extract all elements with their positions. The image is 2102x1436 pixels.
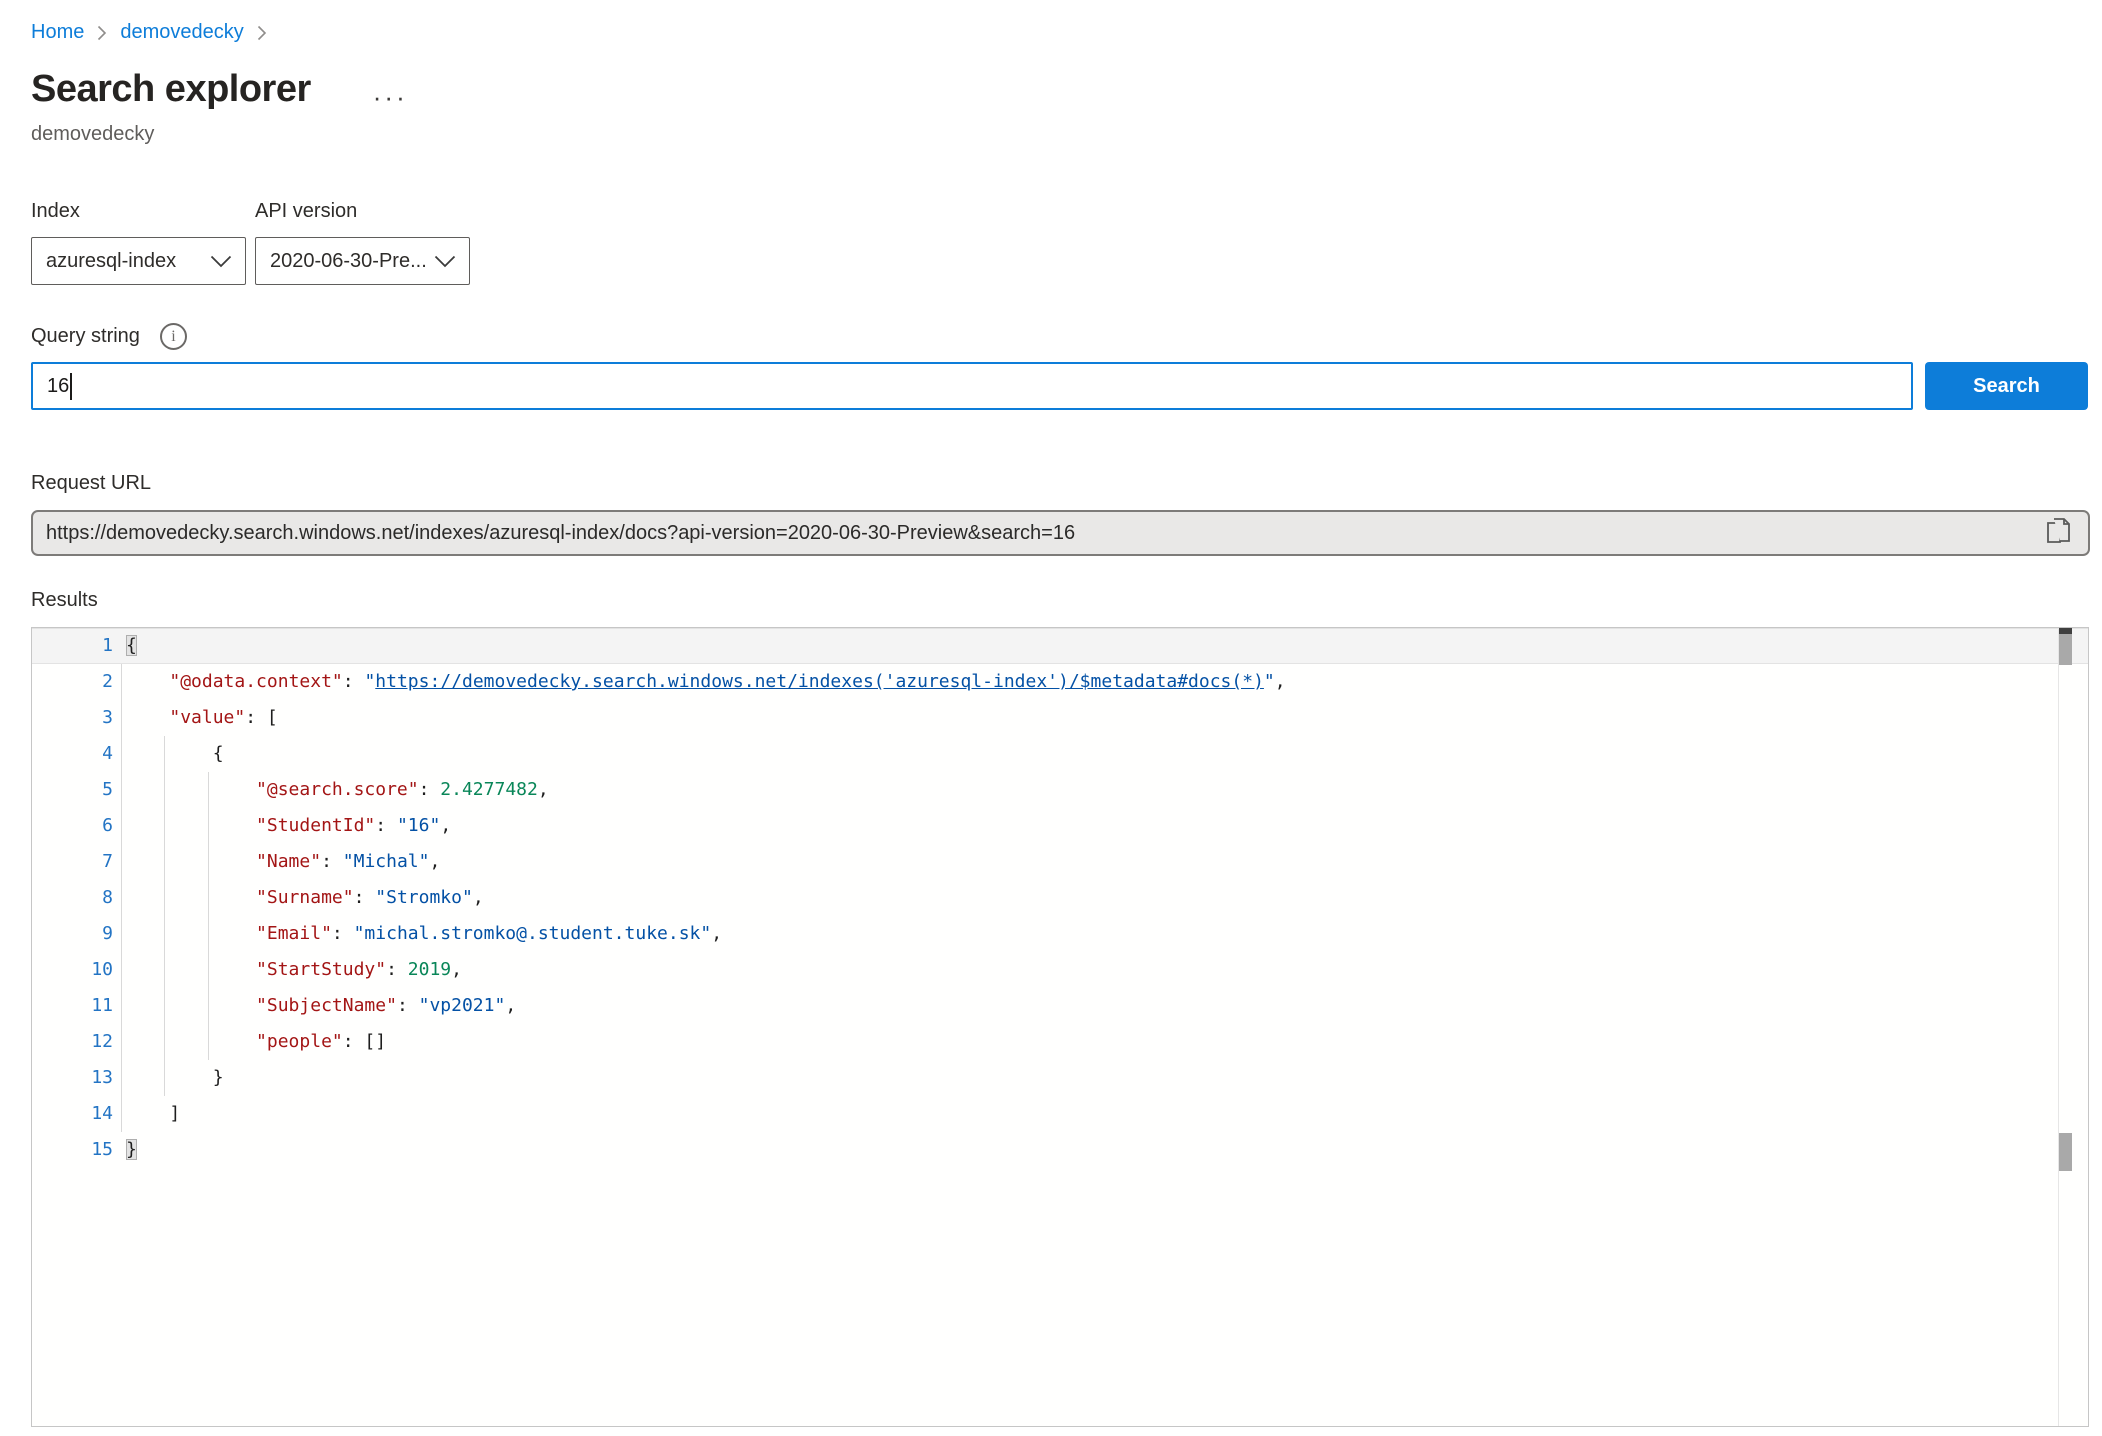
selects-row: Index azuresql-index API version 2020-06…	[31, 200, 2102, 285]
code-line-text: {	[126, 628, 137, 664]
page-title: Search explorer	[31, 68, 311, 111]
chevron-right-icon	[97, 25, 107, 41]
info-icon[interactable]: i	[160, 323, 187, 350]
index-select[interactable]: azuresql-index	[31, 237, 246, 285]
code-line-text: "@odata.context": "https://demovedecky.s…	[126, 664, 1286, 700]
line-number: 1	[32, 628, 113, 664]
index-label: Index	[31, 200, 246, 223]
code-line-text: "Surname": "Stromko",	[126, 880, 484, 916]
code-line[interactable]: 11 "SubjectName": "vp2021",	[32, 988, 2088, 1024]
code-line[interactable]: 9 "Email": "michal.stromko@.student.tuke…	[32, 916, 2088, 952]
code-line-text: "StartStudy": 2019,	[126, 952, 462, 988]
chevron-right-icon	[257, 25, 267, 41]
results-editor[interactable]: 1{2 "@odata.context": "https://demovedec…	[31, 627, 2089, 1427]
search-explorer-page: Home demovedecky Search explorer ··· dem…	[0, 0, 2102, 1427]
ellipsis-icon[interactable]: ···	[373, 84, 408, 110]
chevron-down-icon	[434, 255, 456, 268]
code-line-text: }	[126, 1132, 137, 1168]
breadcrumb: Home demovedecky	[31, 0, 2102, 44]
line-number: 5	[32, 772, 113, 808]
code-line-text: ]	[126, 1096, 180, 1132]
line-number: 7	[32, 844, 113, 880]
code-line[interactable]: 13 }	[32, 1060, 2088, 1096]
results-editor-lines: 1{2 "@odata.context": "https://demovedec…	[32, 628, 2088, 1168]
code-line-text: "people": []	[126, 1024, 386, 1060]
api-version-label: API version	[255, 200, 470, 223]
code-line[interactable]: 4 {	[32, 736, 2088, 772]
code-line-text: "value": [	[126, 700, 278, 736]
overview-ruler-track	[2058, 628, 2059, 1426]
code-line[interactable]: 7 "Name": "Michal",	[32, 844, 2088, 880]
line-number: 10	[32, 952, 113, 988]
code-line-text: {	[126, 736, 224, 772]
api-version-select[interactable]: 2020-06-30-Pre...	[255, 237, 470, 285]
breadcrumb-link-demovedecky[interactable]: demovedecky	[120, 21, 243, 44]
line-number: 15	[32, 1132, 113, 1168]
query-string-input[interactable]: 16	[31, 362, 1913, 410]
code-line-text: }	[126, 1060, 224, 1096]
code-line[interactable]: 10 "StartStudy": 2019,	[32, 952, 2088, 988]
results-label: Results	[31, 589, 2102, 612]
code-line[interactable]: 2 "@odata.context": "https://demovedecky…	[32, 664, 2088, 700]
copy-icon[interactable]	[2043, 516, 2075, 550]
request-url-value: https://demovedecky.search.windows.net/i…	[46, 522, 2043, 545]
code-line[interactable]: 15}	[32, 1132, 2088, 1168]
code-line-text: "Email": "michal.stromko@.student.tuke.s…	[126, 916, 722, 952]
code-line[interactable]: 3 "value": [	[32, 700, 2088, 736]
index-select-value: azuresql-index	[46, 250, 176, 273]
line-number: 4	[32, 736, 113, 772]
api-version-field: API version 2020-06-30-Pre...	[255, 200, 470, 285]
title-row: Search explorer ···	[31, 68, 2102, 111]
code-line[interactable]: 14 ]	[32, 1096, 2088, 1132]
code-line[interactable]: 12 "people": []	[32, 1024, 2088, 1060]
line-number: 13	[32, 1060, 113, 1096]
code-line[interactable]: 5 "@search.score": 2.4277482,	[32, 772, 2088, 808]
line-number: 3	[32, 700, 113, 736]
chevron-down-icon	[210, 255, 232, 268]
code-line[interactable]: 8 "Surname": "Stromko",	[32, 880, 2088, 916]
code-line-text: "SubjectName": "vp2021",	[126, 988, 516, 1024]
overview-ruler-bracket-mark	[2059, 1133, 2072, 1171]
query-string-value: 16	[47, 375, 69, 398]
query-string-label: Query string	[31, 325, 140, 348]
line-number: 14	[32, 1096, 113, 1132]
index-field: Index azuresql-index	[31, 200, 246, 285]
line-number: 8	[32, 880, 113, 916]
line-number: 12	[32, 1024, 113, 1060]
request-url-label: Request URL	[31, 472, 2102, 495]
page-subtitle: demovedecky	[31, 123, 2102, 146]
query-row: 16 Search	[31, 362, 2102, 410]
line-number: 11	[32, 988, 113, 1024]
code-line-text: "Name": "Michal",	[126, 844, 440, 880]
request-url-bar: https://demovedecky.search.windows.net/i…	[31, 510, 2090, 556]
code-line-text: "@search.score": 2.4277482,	[126, 772, 549, 808]
line-number: 6	[32, 808, 113, 844]
line-number: 2	[32, 664, 113, 700]
text-cursor	[70, 373, 72, 400]
query-label-row: Query string i	[31, 323, 2102, 350]
scrollbar-thumb[interactable]	[2059, 634, 2072, 665]
code-line-text: "StudentId": "16",	[126, 808, 451, 844]
code-line[interactable]: 6 "StudentId": "16",	[32, 808, 2088, 844]
search-button[interactable]: Search	[1925, 362, 2088, 410]
breadcrumb-link-home[interactable]: Home	[31, 21, 84, 44]
line-number: 9	[32, 916, 113, 952]
code-line[interactable]: 1{	[32, 628, 2088, 664]
api-version-select-value: 2020-06-30-Pre...	[270, 250, 427, 273]
